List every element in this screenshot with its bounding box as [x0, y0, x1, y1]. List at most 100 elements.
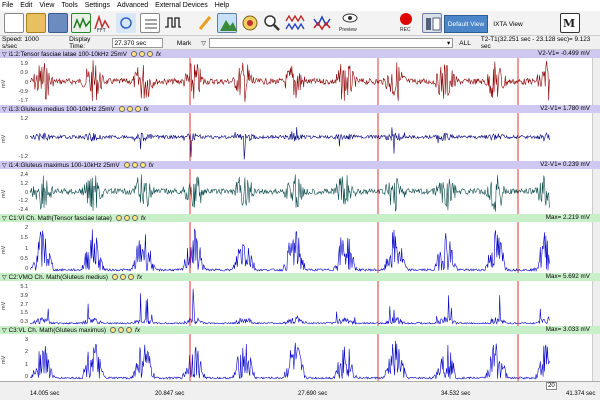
settings-icon[interactable]	[131, 162, 138, 168]
function-icon[interactable]: fx	[135, 327, 140, 334]
sidebar-icon[interactable]	[422, 13, 442, 33]
collapse-icon[interactable]: ▽	[2, 327, 7, 334]
channel-name[interactable]: i1:2:Tensor fasciae latae 100-10kHz 25mV	[9, 51, 127, 58]
menu-item[interactable]: File	[2, 2, 13, 9]
function-icon[interactable]: fx	[156, 51, 161, 58]
menu-item[interactable]: Advanced	[117, 2, 148, 9]
menu-item[interactable]: Help	[215, 2, 229, 9]
y-axis: 3 2 1 0 mV	[0, 334, 30, 381]
open-folder-icon[interactable]	[26, 13, 46, 33]
zoom-icon[interactable]	[118, 106, 125, 112]
settings-icon[interactable]	[126, 106, 133, 112]
channel-name[interactable]: C1:VI Ch. Math(Tensor fasciae latae)	[9, 215, 112, 222]
y-tick: -1.7	[18, 98, 28, 104]
y-axis: 1.2 0 -1.2 mV	[0, 113, 30, 161]
channel-scrollbar[interactable]	[592, 169, 600, 214]
pencil-icon[interactable]	[195, 13, 215, 33]
settings-icon[interactable]	[138, 51, 145, 57]
autoscale-icon[interactable]	[131, 215, 138, 221]
signal-plot[interactable]	[30, 169, 592, 214]
signal-plot[interactable]	[30, 281, 592, 326]
menu-item[interactable]: View	[39, 2, 54, 9]
channel-name[interactable]: C2:VMO Ch. Math(Gluteus medius)	[9, 274, 108, 281]
zoom-icon[interactable]	[130, 51, 137, 57]
ixta-view-button[interactable]: IXTA View	[488, 15, 528, 33]
speed-label: Speed: 1000 s/sec	[2, 36, 39, 50]
zoom-icon[interactable]	[110, 327, 117, 333]
channel-body: 2.4 1.2 0 -1.2 -2.4 mV	[0, 169, 600, 214]
y-tick: 3.9	[20, 292, 28, 299]
filter-icon[interactable]: ▽	[201, 40, 206, 47]
waveform-icon[interactable]	[285, 13, 305, 33]
save-icon[interactable]	[48, 13, 68, 33]
channel-header: ▽ C2:VMO Ch. Math(Gluteus medius) fx Max= 5…	[0, 273, 600, 281]
analysis-icon[interactable]	[71, 13, 91, 33]
zoom-icon[interactable]	[115, 215, 122, 221]
toolbar: FFT Preview REC Default View IXTA View M	[0, 11, 600, 36]
settings-icon[interactable]	[118, 327, 125, 333]
menu-item[interactable]: Edit	[20, 2, 32, 9]
collapse-icon[interactable]: ▽	[2, 274, 7, 281]
channel-scrollbar[interactable]	[592, 281, 600, 326]
channel-name[interactable]: C3:VL Ch. Math(Gluteus maximus)	[9, 327, 106, 334]
new-file-icon[interactable]	[4, 13, 24, 33]
fft-icon[interactable]: FFT	[93, 13, 113, 34]
settings-icon[interactable]	[123, 215, 130, 221]
autoscale-icon[interactable]	[128, 274, 135, 280]
channel-name[interactable]: i1:3:Gluteus medius 100-10kHz 25mV	[9, 106, 115, 113]
channel-scrollbar[interactable]	[592, 113, 600, 161]
all-label[interactable]: ALL	[459, 40, 471, 47]
mark-input[interactable]: ▾	[208, 38, 454, 48]
y-tick: 0	[24, 135, 28, 141]
time-marker[interactable]: 20	[546, 382, 557, 390]
autoscale-icon[interactable]	[146, 51, 153, 57]
wave-icon[interactable]	[163, 13, 183, 33]
signal-plot[interactable]	[30, 58, 592, 105]
default-view-button[interactable]: Default View	[444, 15, 488, 33]
signal-plot[interactable]	[30, 222, 592, 273]
function-icon[interactable]: fx	[144, 106, 149, 113]
function-icon[interactable]: fx	[149, 162, 154, 169]
collapse-icon[interactable]: ▽	[2, 51, 7, 58]
channel-header: ▽ i1:2:Tensor fasciae latae 100-10kHz 25m…	[0, 50, 600, 58]
function-icon[interactable]: fx	[137, 274, 142, 281]
menu-item[interactable]: Tools	[61, 2, 77, 9]
zoom-icon[interactable]	[262, 13, 282, 33]
signal-plot[interactable]	[30, 334, 592, 381]
settings-icon[interactable]	[120, 274, 127, 280]
channel-name[interactable]: i1:4:Gluteus maximus 100-10kHz 25mV	[9, 162, 120, 169]
channel-scrollbar[interactable]	[592, 334, 600, 381]
y-tick: 2	[24, 349, 28, 356]
y-tick: 1	[24, 361, 28, 368]
mountain-icon[interactable]	[217, 13, 237, 33]
collapse-icon[interactable]: ▽	[2, 106, 7, 113]
channel-scrollbar[interactable]	[592, 58, 600, 105]
y-tick: 0.5	[20, 255, 28, 262]
y-axis: 2.4 1.2 0 -1.2 -2.4 mV	[0, 169, 30, 214]
heart-icon[interactable]	[312, 13, 332, 33]
xy-icon[interactable]	[116, 13, 136, 33]
y-tick: 1.2	[20, 180, 28, 187]
channel-panel: ▽ i1:2:Tensor fasciae latae 100-10kHz 25m…	[0, 50, 600, 105]
zoom-icon[interactable]	[123, 162, 130, 168]
zoom-icon[interactable]	[112, 274, 119, 280]
channel-body: 1.9 0.9 0 -0.9 -1.7 mV	[0, 58, 600, 105]
menu-item[interactable]: External Devices	[155, 2, 208, 9]
display-time-input[interactable]: 27.370 sec	[111, 38, 163, 48]
collapse-icon[interactable]: ▽	[2, 215, 7, 222]
signal-plot[interactable]	[30, 113, 592, 161]
marks-icon[interactable]	[140, 13, 160, 33]
autoscale-icon[interactable]	[139, 162, 146, 168]
autoscale-icon[interactable]	[126, 327, 133, 333]
signal-trace	[30, 228, 550, 272]
target-icon[interactable]	[240, 13, 260, 33]
y-tick: 0	[24, 374, 28, 380]
logo-icon[interactable]: M	[560, 13, 580, 33]
autoscale-icon[interactable]	[134, 106, 141, 112]
collapse-icon[interactable]: ▽	[2, 162, 7, 169]
menu-item[interactable]: Settings	[85, 2, 110, 9]
channel-header: ▽ i1:3:Gluteus medius 100-10kHz 25mV fx V2-…	[0, 105, 600, 113]
channel-scrollbar[interactable]	[592, 222, 600, 273]
channel-panel: ▽ C2:VMO Ch. Math(Gluteus medius) fx Max= 5…	[0, 273, 600, 326]
function-icon[interactable]: fx	[141, 215, 146, 222]
